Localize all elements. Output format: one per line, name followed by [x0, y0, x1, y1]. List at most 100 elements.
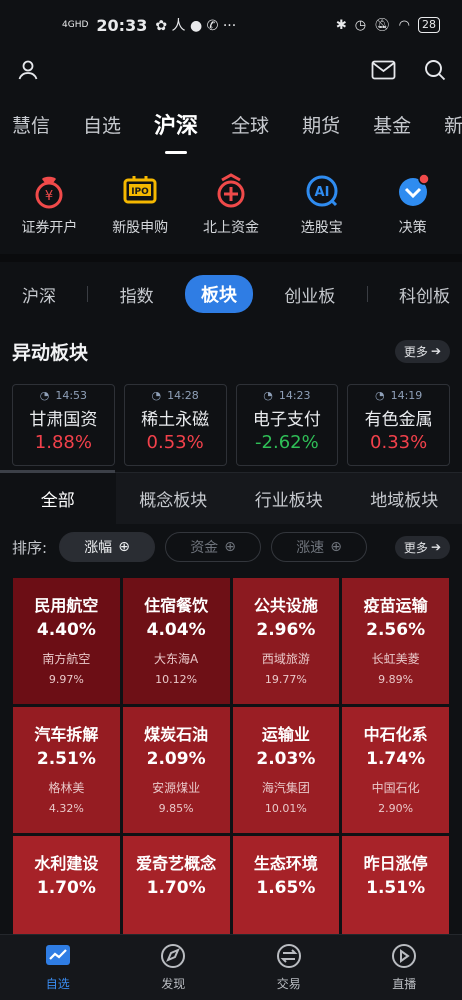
tab-neeq[interactable]: 新三板	[444, 111, 462, 138]
battery-icon: 28	[418, 17, 440, 33]
sector-tile[interactable]: 民用航空 4.40% 南方航空 9.97%	[13, 578, 120, 704]
tab-watchlist[interactable]: 自选	[83, 111, 121, 138]
search-icon[interactable]	[424, 59, 446, 85]
quick-label: 新股申购	[112, 220, 169, 236]
quick-account-open[interactable]: ¥ 证券开户	[5, 171, 93, 237]
market-tabs: 慧信 自选 沪深 全球 期货 基金 新三板	[0, 94, 462, 154]
abnormal-sector-header: 异动板块 更多 ➔	[0, 328, 462, 374]
abnormal-card[interactable]: ◔ 14:23 电子支付 -2.62%	[235, 384, 339, 466]
sector-tile[interactable]: 汽车拆解 2.51% 格林美 4.32%	[13, 707, 120, 833]
more-button[interactable]: 更多 ➔	[394, 339, 450, 363]
svg-text:AI: AI	[314, 185, 329, 200]
status-time: 20:33	[96, 15, 148, 35]
card-time-text: 14:23	[278, 389, 311, 402]
abnormal-card[interactable]: ◔ 14:19 有色金属 0.33%	[347, 384, 450, 466]
abnormal-card[interactable]: ◔ 14:53 甘肃国资 1.88%	[12, 384, 115, 466]
ai-picker-icon: AI	[302, 171, 342, 211]
card-time: ◔ 14:53	[40, 389, 87, 402]
card-time-text: 14:19	[390, 389, 423, 402]
card-time: ◔ 14:23	[263, 389, 310, 402]
card-time-text: 14:28	[167, 389, 199, 402]
network-indicator: 4GHD	[62, 19, 89, 30]
nav-watchlist[interactable]: 自选	[18, 943, 98, 992]
sort-desc-icon: ⊕	[118, 539, 130, 555]
alarm-icon: ◷	[354, 17, 367, 33]
sector-pct: 1.51%	[366, 878, 426, 898]
clock-icon: ◔	[263, 389, 273, 402]
svg-text:IPO: IPO	[131, 187, 149, 197]
sector-name: 爱奇艺概念	[136, 854, 217, 873]
quick-ipo[interactable]: IPO 新股申购	[96, 171, 184, 237]
leading-stock-pct: 9.97%	[48, 673, 84, 686]
card-name: 稀土永磁	[141, 410, 210, 430]
bottom-nav: 自选 发现 交易 直播	[0, 934, 462, 1000]
tab-huixin[interactable]: 慧信	[12, 111, 50, 138]
sort-by-speed[interactable]: 涨速 ⊕	[271, 532, 368, 562]
sector-pct: 1.65%	[256, 878, 316, 898]
leading-stock-pct: 19.77%	[264, 673, 307, 686]
sort-by-capital[interactable]: 资金 ⊕	[165, 532, 262, 562]
sector-tile[interactable]: 公共设施 2.96% 西域旅游 19.77%	[232, 578, 340, 704]
tab-funds[interactable]: 基金	[373, 111, 411, 138]
sector-tile[interactable]: 运输业 2.03% 海汽集团 10.01%	[232, 707, 340, 833]
tab-industry[interactable]: 行业板块	[231, 473, 347, 524]
leading-stock-pct: 10.12%	[155, 673, 198, 686]
sector-name: 水利建设	[34, 854, 99, 873]
divider	[0, 254, 462, 262]
abnormal-cards: ◔ 14:53 甘肃国资 1.88% ◔ 14:28 稀土永磁 0.53% ◔ 14:…	[0, 374, 462, 466]
sector-tile[interactable]: 疫苗运输 2.56% 长虹美菱 9.89%	[342, 578, 449, 704]
user-icon[interactable]	[16, 58, 40, 86]
leading-stock: 安源煤业	[152, 781, 201, 795]
nav-trade[interactable]: 交易	[249, 943, 329, 992]
leading-stock: 海汽集团	[261, 781, 310, 795]
card-pct: 0.33%	[370, 432, 428, 453]
card-name: 电子支付	[252, 410, 321, 430]
segment-hushen[interactable]: 沪深	[22, 282, 56, 307]
sector-name: 汽车拆解	[34, 725, 99, 744]
leading-stock: 南方航空	[42, 652, 91, 666]
sort-option-label: 资金	[190, 540, 219, 556]
card-name: 甘肃国资	[29, 410, 98, 430]
sort-more-button[interactable]: 更多 ➔	[394, 535, 450, 559]
sort-row: 排序: 涨幅 ⊕ 资金 ⊕ 涨速 ⊕ 更多 ➔	[0, 524, 462, 570]
nav-live[interactable]: 直播	[364, 943, 444, 992]
tab-all[interactable]: 全部	[0, 473, 116, 524]
arrow-right-icon: ➔	[430, 344, 441, 358]
more-label: 更多	[403, 344, 428, 359]
quick-decision[interactable]: 决策	[369, 171, 457, 237]
northbound-icon	[211, 171, 251, 211]
leading-stock-pct: 2.90%	[378, 802, 414, 815]
section-title: 异动板块	[12, 341, 89, 364]
status-bar: 4GHD 20:33 ✿ 人 ● ✆ ··· ✱ ◷ 🔕︎ ◠ 28	[0, 0, 462, 50]
more-label: 更多	[403, 540, 428, 555]
leading-stock-pct: 4.32%	[48, 802, 84, 815]
card-name: 有色金属	[364, 410, 433, 430]
sector-tile[interactable]: 煤炭石油 2.09% 安源煤业 9.85%	[122, 707, 230, 833]
segment-star[interactable]: 科创板	[399, 282, 450, 307]
tab-concept[interactable]: 概念板块	[115, 473, 231, 524]
quick-ai-picker[interactable]: AI 选股宝	[278, 171, 366, 237]
segment-divider	[87, 286, 89, 302]
tab-hushen[interactable]: 沪深	[154, 108, 198, 154]
leading-stock: 大东海A	[154, 652, 199, 666]
segment-index[interactable]: 指数	[120, 282, 154, 307]
nav-discover[interactable]: 发现	[133, 943, 213, 992]
tab-global[interactable]: 全球	[231, 111, 269, 138]
sector-tile[interactable]: 住宿餐饮 4.04% 大东海A 10.12%	[122, 578, 230, 704]
segment-sector[interactable]: 板块	[184, 275, 253, 313]
nav-label: 自选	[45, 977, 70, 991]
notification-icons: ✿ 人 ● ✆ ···	[155, 18, 237, 34]
abnormal-card[interactable]: ◔ 14:28 稀土永磁 0.53%	[123, 384, 227, 466]
card-time-text: 14:53	[55, 389, 88, 402]
trade-icon	[275, 943, 303, 973]
leading-stock-pct: 10.01%	[264, 802, 307, 815]
sector-tile[interactable]: 中石化系 1.74% 中国石化 2.90%	[342, 707, 449, 833]
tab-region[interactable]: 地域板块	[346, 473, 462, 524]
live-icon	[390, 943, 418, 973]
tab-futures[interactable]: 期货	[302, 111, 340, 138]
quick-northbound[interactable]: 北上资金	[187, 171, 275, 237]
sort-desc-icon: ⊕	[224, 539, 236, 555]
segment-chinext[interactable]: 创业板	[284, 282, 335, 307]
mail-icon[interactable]	[371, 60, 396, 84]
sort-by-change[interactable]: 涨幅 ⊕	[59, 532, 156, 562]
